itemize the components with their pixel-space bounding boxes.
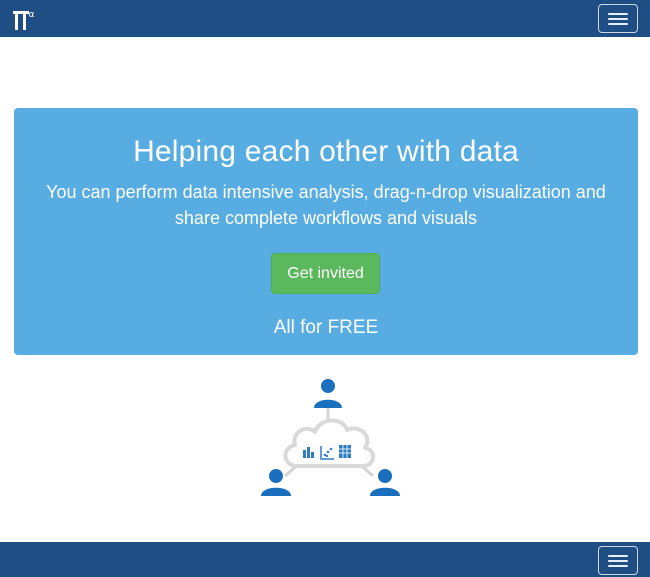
- collaboration-illustration: [255, 378, 405, 500]
- svg-text:α: α: [29, 10, 35, 20]
- hamburger-icon: [608, 555, 628, 557]
- bottom-navbar: [0, 542, 650, 577]
- hamburger-icon-bar: [608, 560, 628, 562]
- hero-title: Helping each other with data: [133, 135, 519, 168]
- hero-subtitle-line: share complete workflows and visuals: [174, 208, 478, 228]
- nav-menu-toggle-button[interactable]: [598, 4, 638, 33]
- pi-alpha-logo-icon: α: [13, 10, 35, 30]
- hamburger-icon-bar: [608, 18, 628, 20]
- logo[interactable]: α: [13, 8, 37, 32]
- get-invited-button[interactable]: Get invited: [271, 253, 380, 294]
- top-navbar: α: [0, 0, 650, 37]
- hamburger-icon-bar: [608, 23, 628, 25]
- user-icon: [370, 469, 400, 496]
- hamburger-icon-bar: [608, 565, 628, 567]
- hero-subtitle: You can perform data intensive analysis,…: [24, 179, 628, 231]
- hero-subtitle-line: You can perform data intensive analysis,…: [46, 182, 606, 202]
- grid-table-icon: [339, 445, 351, 458]
- user-icon: [314, 379, 342, 408]
- hero-free-text: All for FREE: [273, 317, 379, 338]
- hamburger-icon: [608, 13, 628, 15]
- footer-menu-toggle-button[interactable]: [598, 546, 638, 575]
- hero-banner: Helping each other with data You can per…: [14, 108, 638, 355]
